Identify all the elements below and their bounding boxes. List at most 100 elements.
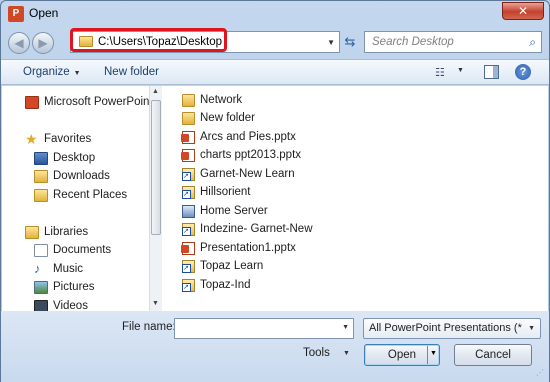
open-split-divider	[427, 346, 428, 364]
preview-pane-icon[interactable]	[484, 65, 499, 79]
search-box[interactable]: Search Desktop ⌕	[364, 31, 542, 53]
refresh-icon: ⇆	[344, 34, 356, 49]
downloads-icon	[34, 170, 48, 183]
view-options-icon[interactable]: ☷	[435, 66, 449, 79]
scroll-down-icon[interactable]: ▼	[152, 300, 159, 307]
forward-button[interactable]: ▶	[32, 32, 54, 54]
search-icon[interactable]: ⌕	[529, 35, 536, 50]
view-options-dropdown-icon[interactable]: ▼	[457, 67, 464, 74]
nav-item-downloads[interactable]: Downloads	[2, 168, 149, 186]
shortcut-icon	[182, 223, 195, 236]
open-dialog: P Open ✕ ◀ ▶ C:\Users\Topaz\Desktop ▼ ⇆ …	[0, 0, 550, 382]
list-item-label: Topaz Learn	[200, 260, 264, 272]
nav-item-label: Videos	[53, 300, 88, 311]
list-item[interactable]: Home Server	[182, 203, 482, 221]
file-list[interactable]: Network New folder Arcs and Pies.pptx ch…	[174, 86, 548, 311]
nav-item-recent-places[interactable]: Recent Places	[2, 187, 149, 205]
shortcut-icon	[182, 168, 195, 181]
chevron-down-icon: ▼	[528, 325, 535, 332]
list-item-label: Arcs and Pies.pptx	[200, 131, 296, 143]
shortcut-icon	[182, 186, 195, 199]
list-item-label: Hillsorient	[200, 186, 251, 198]
cancel-button[interactable]: Cancel	[454, 344, 532, 366]
nav-item-label: Libraries	[44, 226, 89, 238]
shortcut-icon	[182, 279, 195, 292]
pptx-file-icon	[181, 131, 195, 144]
nav-item-microsoft-powerpoint[interactable]: Microsoft PowerPoint	[2, 94, 149, 112]
chevron-down-icon[interactable]: ▼	[342, 324, 349, 331]
scrollbar-thumb[interactable]	[151, 100, 161, 235]
documents-icon	[34, 244, 48, 257]
list-item-label: Presentation1.pptx	[200, 242, 296, 254]
nav-item-label: Music	[53, 263, 84, 275]
pane-splitter[interactable]	[162, 86, 174, 311]
nav-item-videos[interactable]: Videos	[2, 298, 149, 311]
nav-item-pictures[interactable]: Pictures	[2, 279, 149, 297]
organize-label: Organize	[23, 66, 70, 78]
nav-item-label: Pictures	[53, 281, 95, 293]
help-icon[interactable]: ?	[515, 64, 531, 80]
scroll-up-icon[interactable]: ▲	[152, 88, 159, 95]
list-item[interactable]: Indezine- Garnet-New	[182, 221, 482, 239]
list-item[interactable]: Topaz-Ind	[182, 277, 482, 295]
refresh-button[interactable]: ⇆	[342, 34, 358, 50]
list-item-label: Topaz-Ind	[200, 279, 251, 291]
close-button[interactable]: ✕	[502, 2, 544, 20]
nav-item-label: Documents	[53, 244, 112, 256]
open-dropdown-icon[interactable]: ▼	[430, 350, 437, 357]
music-icon: ♪	[34, 261, 41, 276]
list-item-label: Indezine- Garnet-New	[200, 223, 313, 235]
shortcut-icon	[182, 260, 195, 273]
list-item[interactable]: Hillsorient	[182, 184, 482, 202]
back-arrow-icon: ◀	[14, 36, 24, 50]
organize-button[interactable]: Organize ▼	[23, 66, 81, 78]
title-bar[interactable]: P Open ✕	[1, 1, 549, 27]
nav-item-desktop[interactable]: Desktop	[2, 150, 149, 168]
file-name-input[interactable]: ▼	[174, 318, 354, 339]
list-item[interactable]: Garnet-New Learn	[182, 166, 482, 184]
list-item-label: Home Server	[200, 205, 268, 217]
navigation-pane[interactable]: Microsoft PowerPoint ★ Favorites Desktop…	[2, 86, 149, 311]
file-type-select[interactable]: All PowerPoint Presentations (* ▼	[363, 318, 541, 339]
network-icon	[182, 205, 195, 218]
list-item[interactable]: Topaz Learn	[182, 258, 482, 276]
nav-item-libraries[interactable]: Libraries	[2, 224, 149, 242]
search-input[interactable]: Search Desktop	[372, 36, 454, 48]
libraries-icon	[25, 226, 39, 239]
pictures-icon	[34, 281, 48, 294]
list-item[interactable]: charts ppt2013.pptx	[181, 147, 482, 165]
forward-arrow-icon: ▶	[38, 36, 48, 50]
folder-icon	[182, 94, 195, 107]
nav-item-label: Favorites	[44, 133, 92, 145]
tools-button[interactable]: Tools	[303, 347, 330, 359]
chevron-down-icon: ▼	[73, 70, 81, 77]
star-icon: ★	[25, 131, 38, 147]
navigation-scrollbar[interactable]: ▲ ▼	[149, 86, 162, 311]
address-dropdown-icon[interactable]: ▼	[327, 38, 335, 47]
list-item[interactable]: Network	[182, 92, 482, 110]
back-button[interactable]: ◀	[8, 32, 30, 54]
nav-item-favorites[interactable]: ★ Favorites	[2, 131, 149, 149]
videos-icon	[34, 300, 48, 311]
list-item-label: charts ppt2013.pptx	[200, 149, 302, 161]
list-item-label: New folder	[200, 112, 255, 124]
address-highlight-box	[70, 28, 227, 52]
command-toolbar: Organize ▼ New folder ☷ ▼ ?	[1, 59, 549, 85]
recent-places-icon	[34, 189, 48, 202]
file-name-label: File name:	[122, 321, 176, 333]
list-item[interactable]: Arcs and Pies.pptx	[181, 129, 482, 147]
nav-item-label: Desktop	[53, 152, 96, 164]
window-title: Open	[29, 6, 59, 20]
open-button[interactable]: Open	[364, 344, 440, 366]
nav-item-music[interactable]: ♪ Music	[2, 261, 149, 279]
desktop-icon	[34, 152, 48, 165]
powerpoint-icon	[25, 96, 39, 109]
nav-item-label: Microsoft PowerPoint	[44, 96, 149, 108]
new-folder-button[interactable]: New folder	[104, 66, 159, 78]
resize-grip-icon[interactable]: ⋰	[536, 368, 546, 378]
nav-item-documents[interactable]: Documents	[2, 242, 149, 260]
list-item[interactable]: Presentation1.pptx	[181, 240, 482, 258]
list-item[interactable]: New folder	[182, 110, 482, 128]
tools-dropdown-icon[interactable]: ▼	[343, 350, 350, 357]
powerpoint-app-icon: P	[8, 6, 24, 22]
